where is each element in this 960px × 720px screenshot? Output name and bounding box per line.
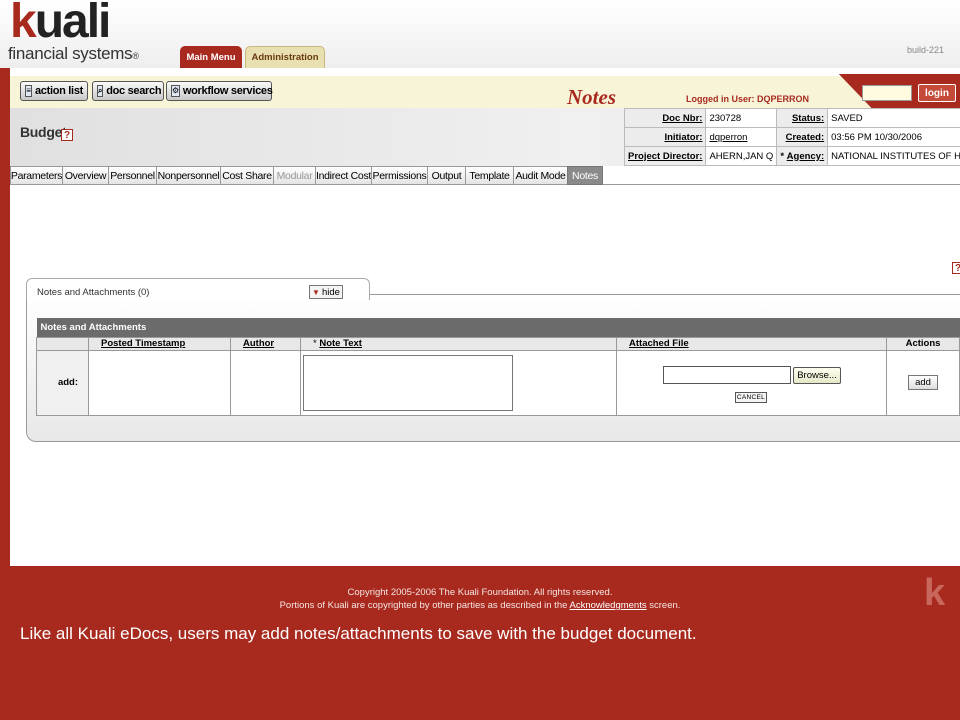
tab-personnel[interactable]: Personnel [108, 166, 156, 185]
gear-icon: ⚙ [171, 85, 180, 97]
tab-overview[interactable]: Overview [62, 166, 108, 185]
column-header-blank [36, 336, 89, 351]
build-label: build-221 [906, 45, 944, 55]
copyright-line-2: Portions of Kuali are copyrighted by oth… [279, 600, 681, 611]
table-title-row: Notes and Attachments [36, 318, 960, 337]
notes-panel-top-edge [354, 294, 960, 300]
attached-file-cell: Browse... CANCEL [616, 349, 887, 416]
add-row-label: add: [36, 349, 89, 416]
file-picker: Browse... [663, 366, 886, 384]
document-info-table: Doc Nbr: 230728 Status: SAVED Initiator:… [623, 108, 960, 166]
initiator-label: Initiator: [623, 127, 707, 147]
tab-audit-mode[interactable]: Audit Mode [513, 166, 567, 185]
posted-timestamp-cell [88, 349, 231, 416]
tab-modular: Modular [273, 166, 315, 185]
hide-button[interactable]: ▼ hide [309, 285, 343, 299]
column-header-author[interactable]: Author [230, 336, 301, 351]
notes-panel-tab: Notes and Attachments (0) ▼ hide [26, 278, 370, 300]
help-icon[interactable]: ? [952, 262, 960, 274]
section-title: Notes and Attachments [36, 318, 960, 337]
doc-nbr-value: 230728 [705, 108, 778, 128]
logged-in-user: Logged in User: DQPERRON [686, 94, 810, 104]
doc-info-row: Doc Nbr: 230728 Status: SAVED [623, 108, 960, 128]
slide-caption: Like all Kuali eDocs, users may add note… [20, 624, 697, 643]
tab-output[interactable]: Output [427, 166, 465, 185]
table-header-row: Posted Timestamp Author * Note Text Atta… [36, 336, 960, 351]
tab-parameters[interactable]: Parameters [10, 166, 62, 185]
acknowledgments-link[interactable]: Acknowledgments [570, 600, 647, 611]
note-text-input[interactable] [303, 354, 513, 411]
document-tabs: Parameters Overview Personnel Nonpersonn… [10, 166, 960, 185]
file-path-input[interactable] [663, 366, 791, 384]
document-name: Budget [20, 124, 67, 140]
triangle-down-icon: ▼ [312, 287, 320, 297]
notes-attachments-table: Notes and Attachments Posted Timestamp A… [36, 318, 960, 416]
app-header: kuali financial systems® Main Menu Admin… [0, 0, 960, 68]
doc-nbr-label: Doc Nbr: [623, 108, 707, 128]
page-frame: ≡ action list ⌕ doc search ⚙ workflow se… [10, 68, 960, 566]
project-director-label: Project Director: [623, 146, 707, 166]
initiator-link[interactable]: dqperron [709, 132, 747, 143]
toolbar: ≡ action list ⌕ doc search ⚙ workflow se… [10, 74, 960, 114]
status-value: SAVED [827, 108, 960, 128]
column-header-actions: Actions [886, 336, 960, 351]
login-button[interactable]: login [918, 84, 956, 102]
add-button[interactable]: add [908, 375, 938, 390]
tab-cost-share[interactable]: Cost Share [220, 166, 273, 185]
page-title: Notes [567, 85, 616, 109]
notes-panel-tab-label: Notes and Attachments (0) [37, 287, 150, 298]
login-input[interactable] [862, 85, 912, 101]
doc-search-button[interactable]: ⌕ doc search [92, 81, 164, 101]
tab-template[interactable]: Template [465, 166, 513, 185]
project-director-value: AHERN,JAN Q [705, 146, 778, 166]
logo-wordmark: kuali [10, 0, 111, 48]
copyright-notice: Copyright 2005-2006 The Kuali Foundation… [0, 586, 960, 612]
cancel-button[interactable]: CANCEL [735, 392, 767, 403]
column-header-posted-timestamp[interactable]: Posted Timestamp [88, 336, 231, 351]
doc-info-row: Project Director: AHERN,JAN Q * Agency: … [623, 146, 960, 166]
tab-nonpersonnel[interactable]: Nonpersonnel [156, 166, 220, 185]
tab-notes[interactable]: Notes [567, 166, 603, 185]
agency-label: * Agency: [776, 146, 829, 166]
status-label: Status: [776, 108, 829, 128]
initiator-value: dqperron [705, 127, 778, 147]
doc-info-row: Initiator: dqperron Created: 03:56 PM 10… [623, 127, 960, 147]
tab-main-menu[interactable]: Main Menu [180, 46, 242, 68]
column-header-note-text[interactable]: * Note Text [300, 336, 617, 351]
kuali-logo[interactable]: kuali financial systems® [6, 0, 156, 66]
note-text-cell [300, 349, 617, 416]
tab-administration[interactable]: Administration [245, 46, 325, 68]
tab-permissions[interactable]: Permissions [371, 166, 427, 185]
agency-value: NATIONAL INSTITUTES OF HEALTH [827, 146, 960, 166]
logo-subtitle: financial systems® [8, 44, 139, 63]
document-header: Budget ? Doc Nbr: 230728 Status: SAVED I… [10, 108, 960, 166]
help-icon[interactable]: ? [61, 129, 73, 141]
kuali-k-logo-icon: k [924, 572, 946, 614]
workflow-services-button[interactable]: ⚙ workflow services [166, 81, 273, 101]
created-value: 03:56 PM 10/30/2006 [827, 127, 960, 147]
action-list-button[interactable]: ≡ action list [20, 81, 88, 101]
table-row-add: add: Browse... CANCEL add [36, 349, 960, 416]
tab-indirect-cost[interactable]: Indirect Cost [315, 166, 371, 185]
created-label: Created: [776, 127, 829, 147]
browse-button[interactable]: Browse... [793, 366, 841, 384]
column-header-attached-file[interactable]: Attached File [616, 336, 887, 351]
actions-cell: add [886, 349, 960, 416]
copyright-line-1: Copyright 2005-2006 The Kuali Foundation… [347, 587, 613, 598]
search-icon: ⌕ [97, 85, 104, 97]
list-icon: ≡ [25, 85, 32, 97]
author-cell [230, 349, 301, 416]
